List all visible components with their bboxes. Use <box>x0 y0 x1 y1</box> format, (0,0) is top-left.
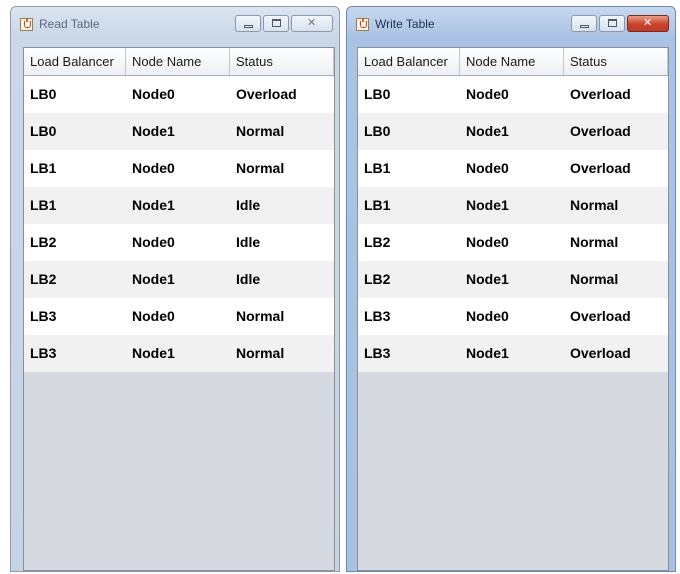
minimize-icon[interactable] <box>235 15 261 32</box>
cell-status: Normal <box>570 271 619 287</box>
table-header: Load Balancer Node Name Status <box>24 48 334 76</box>
cell-node-name: Node1 <box>466 271 509 287</box>
cell-load-balancer: LB2 <box>364 271 391 287</box>
table-row[interactable]: LB0 Node0 Overload <box>358 76 668 113</box>
cell-status: Normal <box>236 345 285 361</box>
column-header-load-balancer[interactable]: Load Balancer <box>24 48 126 75</box>
close-icon[interactable] <box>291 15 333 32</box>
cell-node-name: Node1 <box>132 345 175 361</box>
column-header-load-balancer[interactable]: Load Balancer <box>358 48 460 75</box>
maximize-icon[interactable] <box>263 15 289 32</box>
table-row[interactable]: LB1 Node0 Overload <box>358 150 668 187</box>
column-header-status[interactable]: Status <box>230 48 334 75</box>
write-table-window: Write Table Load Balancer Node Name Stat… <box>346 6 676 572</box>
cell-load-balancer: LB1 <box>364 160 391 176</box>
cell-status: Normal <box>236 308 285 324</box>
close-icon[interactable] <box>627 15 669 32</box>
title-bar[interactable]: Write Table <box>347 7 675 41</box>
window-title: Read Table <box>39 17 100 31</box>
table-row[interactable]: LB1 Node1 Normal <box>358 187 668 224</box>
cell-status: Normal <box>570 234 619 250</box>
cell-load-balancer: LB0 <box>30 123 57 139</box>
cell-load-balancer: LB0 <box>364 123 391 139</box>
table-body: LB0 Node0 Overload LB0 Node1 Overload LB1 Node0… <box>358 76 668 372</box>
cell-node-name: Node0 <box>466 234 509 250</box>
cell-status: Overload <box>570 308 631 324</box>
minimize-icon[interactable] <box>571 15 597 32</box>
cell-load-balancer: LB3 <box>30 345 57 361</box>
cell-load-balancer: LB2 <box>364 234 391 250</box>
cell-status: Overload <box>570 123 631 139</box>
java-app-icon <box>356 18 369 31</box>
table-row[interactable]: LB3 Node1 Overload <box>358 335 668 372</box>
window-controls <box>235 15 333 32</box>
cell-status: Normal <box>236 160 285 176</box>
cell-load-balancer: LB2 <box>30 271 57 287</box>
cell-status: Overload <box>570 160 631 176</box>
table-area: Load Balancer Node Name Status LB0 Node0 O… <box>23 47 335 571</box>
table-row[interactable]: LB1 Node1 Idle <box>24 187 334 224</box>
cell-status: Idle <box>236 271 261 287</box>
java-app-icon <box>20 18 33 31</box>
table-body: LB0 Node0 Overload LB0 Node1 Normal LB1 Node0 No… <box>24 76 334 372</box>
window-controls <box>571 15 669 32</box>
cell-node-name: Node0 <box>132 308 175 324</box>
cell-node-name: Node1 <box>132 123 175 139</box>
cell-node-name: Node0 <box>132 86 175 102</box>
cell-node-name: Node0 <box>132 160 175 176</box>
column-header-status[interactable]: Status <box>564 48 668 75</box>
cell-node-name: Node1 <box>466 123 509 139</box>
cell-load-balancer: LB2 <box>30 234 57 250</box>
cell-status: Idle <box>236 234 261 250</box>
maximize-icon[interactable] <box>599 15 625 32</box>
cell-status: Overload <box>236 86 297 102</box>
cell-node-name: Node1 <box>132 271 175 287</box>
cell-load-balancer: LB1 <box>364 197 391 213</box>
cell-node-name: Node1 <box>466 197 509 213</box>
cell-load-balancer: LB1 <box>30 197 57 213</box>
table-row[interactable]: LB2 Node1 Idle <box>24 261 334 298</box>
cell-status: Normal <box>236 123 285 139</box>
cell-load-balancer: LB3 <box>364 308 391 324</box>
table-row[interactable]: LB2 Node0 Normal <box>358 224 668 261</box>
table-row[interactable]: LB3 Node1 Normal <box>24 335 334 372</box>
cell-node-name: Node0 <box>466 86 509 102</box>
cell-status: Overload <box>570 345 631 361</box>
cell-load-balancer: LB3 <box>30 308 57 324</box>
table-row[interactable]: LB1 Node0 Normal <box>24 150 334 187</box>
window-title: Write Table <box>375 17 435 31</box>
cell-node-name: Node1 <box>132 197 175 213</box>
cell-load-balancer: LB0 <box>364 86 391 102</box>
cell-node-name: Node0 <box>466 160 509 176</box>
title-bar[interactable]: Read Table <box>11 7 339 41</box>
cell-load-balancer: LB1 <box>30 160 57 176</box>
cell-status: Normal <box>570 197 619 213</box>
table-row[interactable]: LB0 Node1 Normal <box>24 113 334 150</box>
table-row[interactable]: LB3 Node0 Overload <box>358 298 668 335</box>
table-row[interactable]: LB0 Node1 Overload <box>358 113 668 150</box>
column-header-node-name[interactable]: Node Name <box>126 48 230 75</box>
table-row[interactable]: LB2 Node0 Idle <box>24 224 334 261</box>
cell-node-name: Node1 <box>466 345 509 361</box>
table-header: Load Balancer Node Name Status <box>358 48 668 76</box>
cell-load-balancer: LB0 <box>30 86 57 102</box>
cell-load-balancer: LB3 <box>364 345 391 361</box>
cell-node-name: Node0 <box>132 234 175 250</box>
cell-status: Idle <box>236 197 261 213</box>
read-table-window: Read Table Load Balancer Node Name Statu… <box>10 6 340 572</box>
table-row[interactable]: LB0 Node0 Overload <box>24 76 334 113</box>
table-area: Load Balancer Node Name Status LB0 Node0 O… <box>357 47 669 571</box>
cell-node-name: Node0 <box>466 308 509 324</box>
table-row[interactable]: LB2 Node1 Normal <box>358 261 668 298</box>
column-header-node-name[interactable]: Node Name <box>460 48 564 75</box>
cell-status: Overload <box>570 86 631 102</box>
table-row[interactable]: LB3 Node0 Normal <box>24 298 334 335</box>
